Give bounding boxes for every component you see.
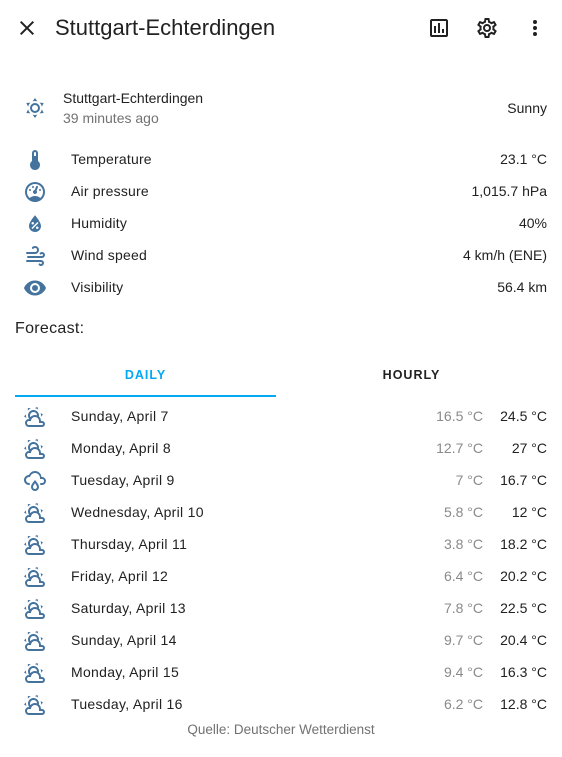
forecast-high-temp: 18.2 °C	[500, 536, 547, 552]
weather-state-row: Stuttgart-Echterdingen 39 minutes ago Su…	[0, 84, 562, 132]
attribute-row-temperature: Temperature 23.1 °C	[0, 144, 562, 176]
close-button[interactable]	[7, 8, 47, 48]
water-percent-icon	[23, 212, 47, 236]
forecast-day: Thursday, April 11	[71, 536, 188, 552]
partly-cloudy-icon	[23, 661, 47, 685]
attribute-value: 23.1 °C	[500, 151, 547, 167]
forecast-high-temp: 24.5 °C	[500, 408, 547, 424]
dialog-title: Stuttgart-Echterdingen	[55, 15, 276, 40]
forecast-row: Sunday, April 14 9.7 °C 20.4 °C	[0, 625, 562, 657]
forecast-day: Tuesday, April 16	[71, 696, 183, 712]
forecast-day: Wednesday, April 10	[71, 504, 204, 520]
forecast-high-temp: 12.8 °C	[500, 696, 547, 712]
more-vert-icon	[533, 20, 537, 36]
close-icon	[20, 21, 34, 35]
attribute-value: 4 km/h (ENE)	[462, 247, 547, 263]
entity-name: Stuttgart-Echterdingen	[63, 90, 204, 106]
forecast-low-temp: 5.8 °C	[443, 504, 483, 520]
forecast-row: Tuesday, April 16 6.2 °C 12.8 °C	[0, 689, 562, 721]
forecast-row: Sunday, April 7 16.5 °C 24.5 °C	[0, 401, 562, 433]
tab-hourly[interactable]: HOURLY	[281, 352, 542, 398]
forecast-low-temp: 6.2 °C	[443, 696, 483, 712]
attribute-row-air-pressure: Air pressure 1,015.7 hPa	[0, 176, 562, 208]
sunny-icon	[23, 96, 47, 120]
attribution-text: Quelle: Deutscher Wetterdienst	[187, 722, 375, 737]
thermometer-icon	[23, 148, 47, 172]
forecast-low-temp: 6.4 °C	[443, 568, 483, 584]
forecast-day: Sunday, April 7	[71, 408, 169, 424]
attribute-label: Wind speed	[71, 247, 147, 263]
history-button[interactable]	[419, 8, 459, 48]
wind-icon	[23, 244, 47, 268]
attribute-label: Temperature	[71, 151, 152, 167]
forecast-row: Friday, April 12 6.4 °C 20.2 °C	[0, 561, 562, 593]
forecast-high-temp: 20.2 °C	[500, 568, 547, 584]
attribute-value: 1,015.7 hPa	[471, 183, 547, 199]
dialog-header: Stuttgart-Echterdingen	[0, 0, 562, 56]
forecast-high-temp: 16.7 °C	[500, 472, 547, 488]
partly-cloudy-icon	[23, 533, 47, 557]
attribute-label: Visibility	[71, 279, 124, 295]
partly-cloudy-icon	[23, 693, 47, 717]
forecast-low-temp: 9.7 °C	[443, 632, 483, 648]
partly-cloudy-icon	[23, 629, 47, 653]
active-tab-indicator	[15, 395, 276, 397]
forecast-high-temp: 12 °C	[511, 504, 547, 520]
forecast-low-temp: 12.7 °C	[436, 440, 483, 456]
attribute-row-humidity: Humidity 40%	[0, 208, 562, 240]
forecast-day: Friday, April 12	[71, 568, 169, 584]
partly-cloudy-icon	[23, 597, 47, 621]
partly-cloudy-icon	[23, 437, 47, 461]
forecast-low-temp: 16.5 °C	[436, 408, 483, 424]
gear-icon	[477, 18, 497, 38]
forecast-row: Wednesday, April 10 5.8 °C 12 °C	[0, 497, 562, 529]
attribute-value: 56.4 km	[497, 279, 547, 295]
partly-cloudy-icon	[23, 405, 47, 429]
forecast-high-temp: 16.3 °C	[500, 664, 547, 680]
settings-button[interactable]	[467, 8, 507, 48]
forecast-day: Monday, April 8	[71, 440, 171, 456]
forecast-day: Saturday, April 13	[71, 600, 186, 616]
attribute-row-wind-speed: Wind speed 4 km/h (ENE)	[0, 240, 562, 272]
weather-condition: Sunny	[507, 100, 547, 116]
forecast-row: Tuesday, April 9 7 °C 16.7 °C	[0, 465, 562, 497]
forecast-low-temp: 7 °C	[455, 472, 483, 488]
forecast-row: Monday, April 15 9.4 °C 16.3 °C	[0, 657, 562, 689]
attribute-value: 40%	[518, 215, 547, 231]
forecast-high-temp: 20.4 °C	[500, 632, 547, 648]
attribute-label: Humidity	[71, 215, 128, 231]
attribute-label: Air pressure	[71, 183, 149, 199]
chart-box-icon	[430, 19, 448, 37]
forecast-day: Tuesday, April 9	[71, 472, 175, 488]
partly-cloudy-icon	[23, 501, 47, 525]
tab-daily[interactable]: DAILY	[15, 352, 276, 398]
forecast-high-temp: 22.5 °C	[500, 600, 547, 616]
partly-cloudy-icon	[23, 565, 47, 589]
last-changed-time: 39 minutes ago	[63, 110, 159, 126]
forecast-row: Monday, April 8 12.7 °C 27 °C	[0, 433, 562, 465]
gauge-icon	[23, 180, 47, 204]
forecast-low-temp: 9.4 °C	[443, 664, 483, 680]
eye-icon	[23, 276, 47, 300]
forecast-row: Saturday, April 13 7.8 °C 22.5 °C	[0, 593, 562, 625]
forecast-low-temp: 7.8 °C	[443, 600, 483, 616]
forecast-heading: Forecast:	[15, 320, 85, 337]
rainy-icon	[23, 469, 47, 493]
forecast-low-temp: 3.8 °C	[443, 536, 483, 552]
forecast-high-temp: 27 °C	[511, 440, 547, 456]
attribute-row-visibility: Visibility 56.4 km	[0, 272, 562, 304]
forecast-row: Thursday, April 11 3.8 °C 18.2 °C	[0, 529, 562, 561]
forecast-day: Monday, April 15	[71, 664, 180, 680]
forecast-day: Sunday, April 14	[71, 632, 177, 648]
more-menu-button[interactable]	[515, 8, 555, 48]
